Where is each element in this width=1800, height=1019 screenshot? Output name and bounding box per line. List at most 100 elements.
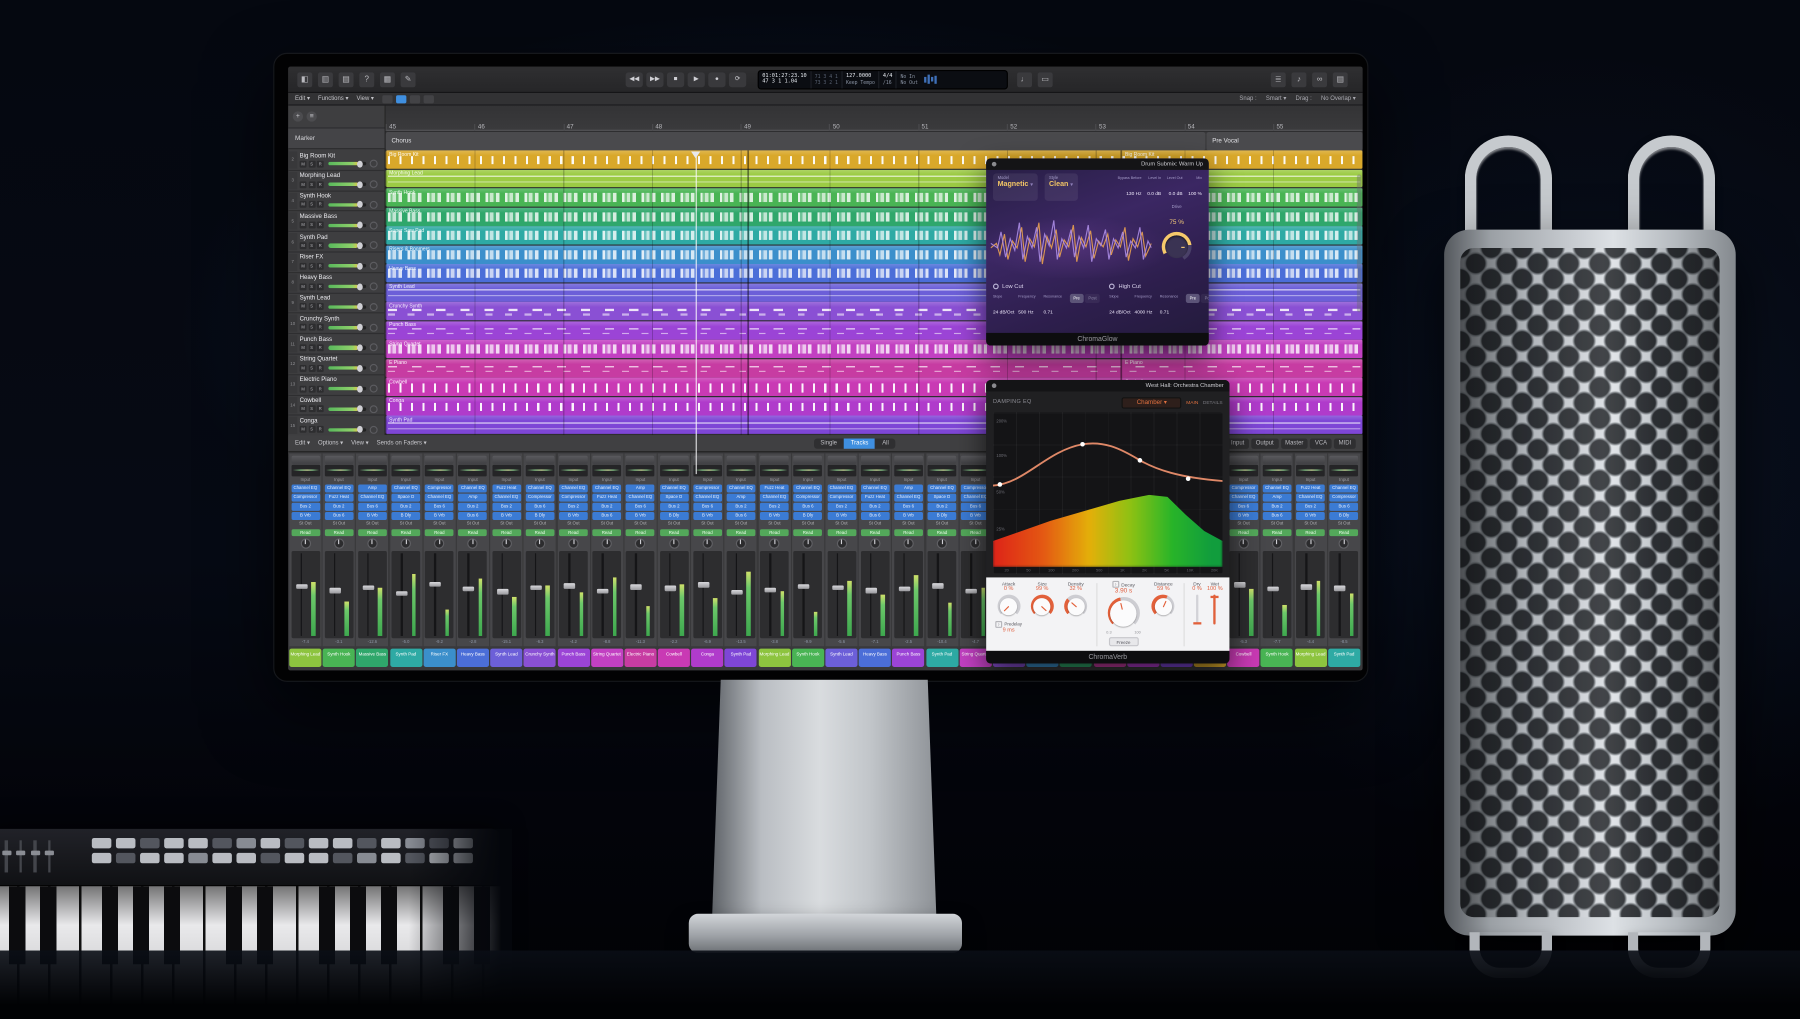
- output-slot[interactable]: St Out: [1229, 521, 1258, 527]
- channel-name-chip[interactable]: Morphing Lead: [289, 649, 321, 667]
- fader-cap[interactable]: [932, 583, 943, 588]
- track-name[interactable]: Cowbell: [300, 397, 382, 404]
- input-slot[interactable]: Input: [425, 477, 454, 483]
- automation-mode-button[interactable]: Read: [660, 529, 689, 536]
- channel-strip[interactable]: Input Fuzz Heat Channel EQ Bus 2 B Vrb S…: [758, 453, 790, 646]
- send-slot[interactable]: B Vrb: [827, 512, 856, 520]
- output-slot[interactable]: St Out: [760, 521, 789, 527]
- pre-button[interactable]: Pre: [1070, 294, 1083, 303]
- edit-menu[interactable]: Edit ▾: [295, 95, 310, 102]
- output-slot[interactable]: St Out: [794, 521, 823, 527]
- output-slot[interactable]: St Out: [693, 521, 722, 527]
- record-enable-button[interactable]: R: [317, 426, 324, 433]
- tab-main[interactable]: MAIN: [1186, 399, 1198, 405]
- audio-fx-slot[interactable]: Amp: [459, 494, 488, 502]
- volume-fader[interactable]: [559, 551, 588, 638]
- send-slot[interactable]: B Vrb: [358, 512, 387, 520]
- record-enable-button[interactable]: R: [317, 222, 324, 229]
- channel-strip[interactable]: Input Compressor Channel EQ Bus 6 B Vrb …: [423, 453, 455, 646]
- channel-name-chip[interactable]: Electric Piano: [624, 649, 656, 667]
- output-slot[interactable]: St Out: [425, 521, 454, 527]
- solo-button[interactable]: S: [308, 303, 315, 310]
- track-lane[interactable]: String Quartet String Quartet: [386, 340, 1363, 358]
- send-slot[interactable]: Bus 2: [325, 503, 354, 511]
- fader-cap[interactable]: [497, 589, 508, 594]
- volume-fader[interactable]: [626, 551, 655, 638]
- audio-fx-slot[interactable]: Compressor: [1229, 484, 1258, 492]
- pan-knob[interactable]: [693, 537, 722, 550]
- eq-thumbnail[interactable]: [928, 464, 957, 475]
- send-slot[interactable]: B Dly: [660, 512, 689, 520]
- channel-name-chip[interactable]: Synth Pad: [1328, 649, 1360, 667]
- track-header[interactable]: 2 Big Room Kit M S R: [288, 150, 386, 170]
- automation-mode-button[interactable]: Read: [1229, 529, 1258, 536]
- eq-thumbnail[interactable]: [894, 464, 923, 475]
- track-header[interactable]: 12 String Quartet M S R: [288, 355, 386, 375]
- volume-fader[interactable]: [358, 551, 387, 638]
- track-monitor-icon[interactable]: [370, 405, 378, 413]
- track-volume-slider[interactable]: [328, 223, 366, 227]
- audio-fx-slot[interactable]: Channel EQ: [626, 494, 655, 502]
- audio-region[interactable]: [386, 302, 1363, 320]
- volume-fader[interactable]: [593, 551, 622, 638]
- channel-strip[interactable]: Input Channel EQ Amp Bus 2 Bus 6 St Out …: [457, 453, 489, 646]
- channel-strip[interactable]: Input Channel EQ Compressor Bus 2 B Vrb …: [557, 453, 589, 646]
- power-icon[interactable]: [1109, 284, 1115, 290]
- send-slot[interactable]: Bus 2: [760, 503, 789, 511]
- audio-fx-slot[interactable]: Channel EQ: [827, 484, 856, 492]
- send-slot[interactable]: Bus 6: [325, 512, 354, 520]
- add-track-button[interactable]: +: [293, 111, 303, 121]
- send-slot[interactable]: B Dly: [1330, 512, 1359, 520]
- send-slot[interactable]: Bus 6: [459, 512, 488, 520]
- track-name[interactable]: Synth Pad: [300, 234, 382, 241]
- mixer-filter-button[interactable]: MIDI: [1334, 438, 1356, 448]
- distance-knob[interactable]: Distance 59 %: [1147, 581, 1181, 649]
- send-slot[interactable]: Bus 6: [425, 503, 454, 511]
- toolbar-right-icon[interactable]: ♩: [1017, 72, 1032, 87]
- send-slot[interactable]: Bus 2: [727, 503, 756, 511]
- fader-cap[interactable]: [296, 584, 307, 589]
- automation-mode-button[interactable]: Read: [727, 529, 756, 536]
- transport-button[interactable]: ▶: [688, 72, 705, 87]
- send-slot[interactable]: B Vrb: [1229, 512, 1258, 520]
- send-slot[interactable]: Bus 6: [894, 503, 923, 511]
- input-slot[interactable]: Input: [358, 477, 387, 483]
- eq-thumbnail[interactable]: [358, 464, 387, 475]
- solo-button[interactable]: S: [308, 344, 315, 351]
- track-header[interactable]: 11 Punch Bass M S R: [288, 334, 386, 354]
- resonance-field[interactable]: Resonance 0.71: [1160, 294, 1185, 319]
- channel-setting-button[interactable]: [1296, 455, 1325, 463]
- track-name[interactable]: Massive Bass: [300, 213, 382, 220]
- channel-strip[interactable]: Input Channel EQ Compressor Bus 2 B Vrb …: [825, 453, 857, 646]
- channel-setting-button[interactable]: [492, 455, 521, 463]
- input-slot[interactable]: Input: [894, 477, 923, 483]
- track-lane[interactable]: Crunchy Synth Crunchy Synth: [386, 302, 1363, 320]
- channel-setting-button[interactable]: [1229, 455, 1258, 463]
- channel-setting-button[interactable]: [894, 455, 923, 463]
- pencil-tool-button[interactable]: [396, 95, 406, 103]
- pan-knob[interactable]: [392, 537, 421, 550]
- mix-field[interactable]: Mix 100 %: [1188, 176, 1202, 201]
- track-volume-slider[interactable]: [328, 407, 366, 411]
- audio-fx-slot[interactable]: Amp: [1263, 494, 1292, 502]
- transport-button[interactable]: ●: [708, 72, 725, 87]
- toolbar-far-icon[interactable]: ≣: [1271, 72, 1286, 87]
- track-lane[interactable]: Massive Bass Massive Bass: [386, 207, 1363, 225]
- channel-setting-button[interactable]: [928, 455, 957, 463]
- record-enable-button[interactable]: R: [317, 303, 324, 310]
- output-slot[interactable]: St Out: [559, 521, 588, 527]
- audio-fx-slot[interactable]: Fuzz Heat: [492, 484, 521, 492]
- track-name[interactable]: Riser FX: [300, 254, 382, 261]
- post-button[interactable]: Post: [1085, 294, 1100, 303]
- output-slot[interactable]: St Out: [325, 521, 354, 527]
- audio-fx-slot[interactable]: Compressor: [1330, 494, 1359, 502]
- channel-setting-button[interactable]: [459, 455, 488, 463]
- fader-cap[interactable]: [698, 583, 709, 588]
- record-enable-button[interactable]: R: [317, 263, 324, 270]
- channel-strip[interactable]: Input Channel EQ Space D Bus 2 B Dly St …: [658, 453, 690, 646]
- pan-knob[interactable]: [492, 537, 521, 550]
- channel-strip[interactable]: Input Channel EQ Space D Bus 2 B Dly St …: [390, 453, 422, 646]
- output-slot[interactable]: St Out: [1296, 521, 1325, 527]
- send-slot[interactable]: Bus 6: [1263, 512, 1292, 520]
- send-slot[interactable]: B Vrb: [559, 512, 588, 520]
